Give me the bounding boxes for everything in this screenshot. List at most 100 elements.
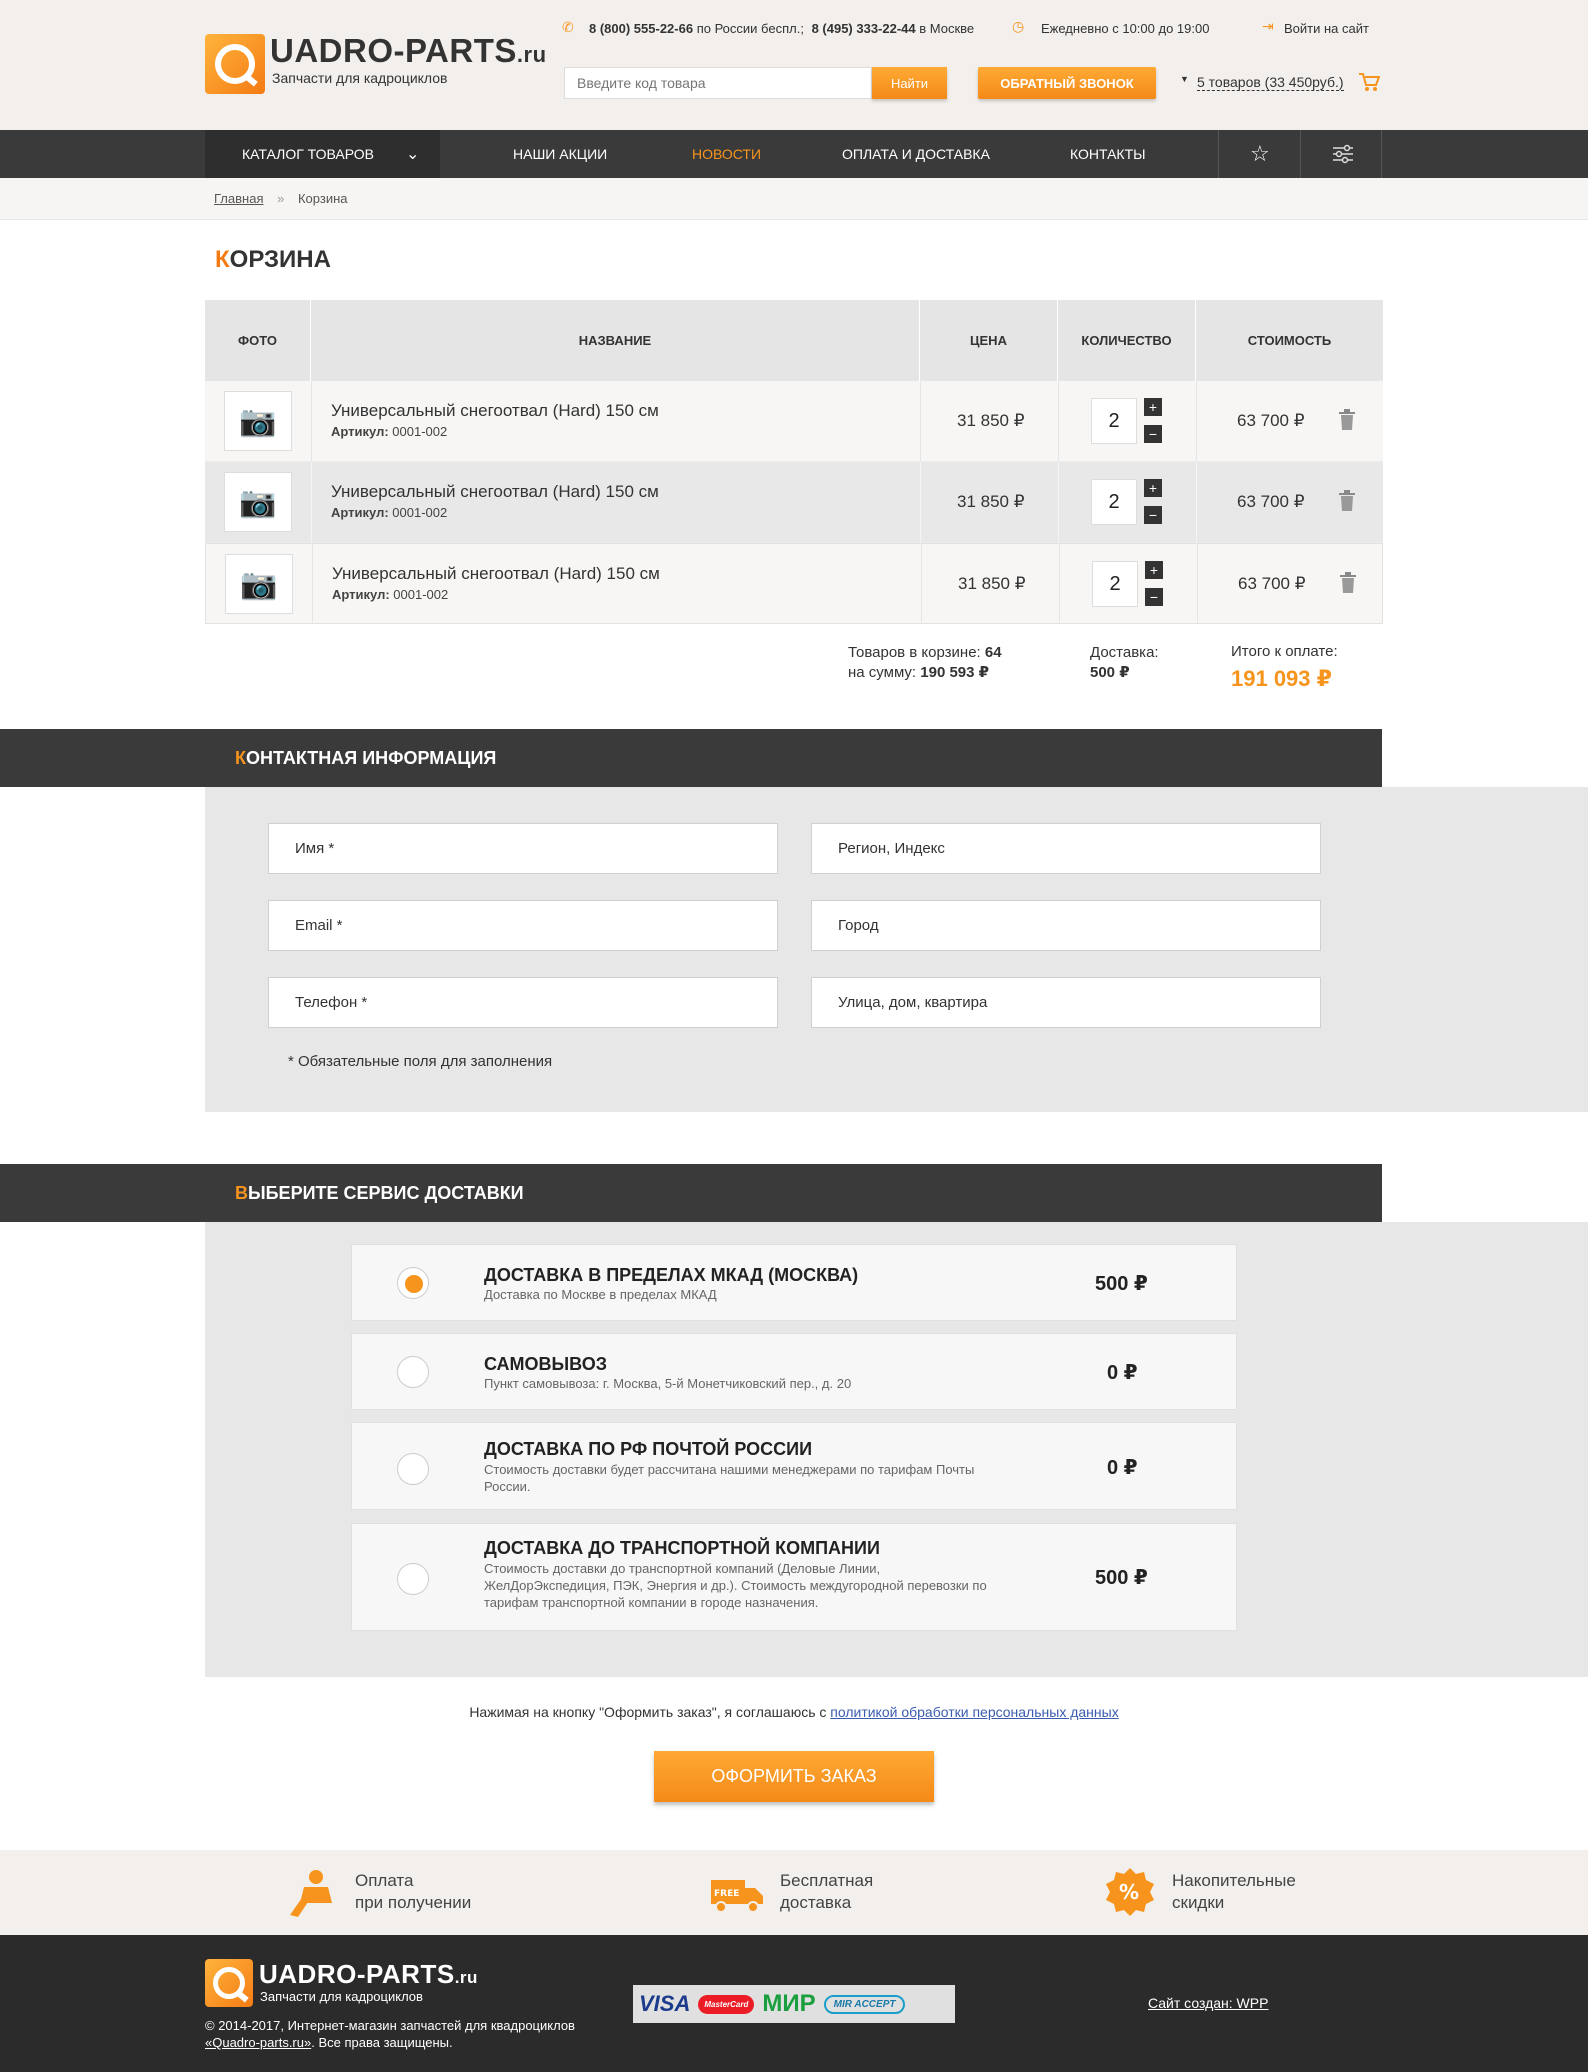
site-header: UADRO-PARTS.ru Запчасти для кадроциклов … — [0, 0, 1588, 130]
nav-item-news[interactable]: НОВОСТИ — [692, 130, 761, 178]
quantity-input[interactable]: 2 — [1092, 561, 1138, 607]
breadcrumb-separator: » — [277, 191, 285, 206]
cart-dropdown-icon[interactable]: ▼ — [1180, 74, 1189, 84]
product-photo[interactable]: 📷 — [225, 554, 293, 614]
privacy-policy-link[interactable]: политикой обработки персональных данных — [830, 1704, 1118, 1720]
breadcrumb: Главная » Корзина — [0, 178, 1588, 220]
main-nav: КАТАЛОГ ТОВАРОВ ⌄ НАШИ АКЦИИ НОВОСТИ ОПЛ… — [0, 130, 1588, 178]
site-link[interactable]: «Quadro-parts.ru» — [205, 2035, 311, 2050]
email-field[interactable]: Email * — [268, 900, 778, 951]
callback-button[interactable]: ОБРАТНЫЙ ЗВОНОК — [978, 67, 1156, 99]
option-title: ДОСТАВКА ПО РФ ПОЧТОЙ РОССИИ — [484, 1439, 813, 1459]
product-photo[interactable]: 📷 — [224, 472, 292, 532]
quantity-input[interactable]: 2 — [1091, 398, 1137, 444]
quantity-minus-button[interactable]: − — [1145, 588, 1163, 606]
contact-form: Имя * Регион, Индекс Email * Город Телеф… — [205, 787, 1588, 1112]
col-name: НАЗВАНИЕ — [311, 300, 920, 381]
quantity-plus-button[interactable]: + — [1144, 479, 1162, 497]
nav-item-contacts[interactable]: КОНТАКТЫ — [1070, 130, 1146, 178]
chevron-down-icon: ⌄ — [405, 146, 420, 163]
breadcrumb-current: Корзина — [297, 191, 348, 206]
cart-row: 📷 Универсальный снегоотвал (Hard) 150 см… — [205, 543, 1383, 624]
filter-settings-icon[interactable] — [1332, 144, 1354, 164]
delivery-option-pickup[interactable]: САМОВЫВОЗ Пункт самовывоза: г. Москва, 5… — [351, 1333, 1237, 1410]
camera-icon: 📷 — [240, 567, 278, 601]
delivery-option-transport-company[interactable]: ДОСТАВКА ДО ТРАНСПОРТНОЙ КОМПАНИИ Стоимо… — [351, 1523, 1237, 1631]
phone-contacts: 8 (800) 555-22-66 по России беспл.; 8 (4… — [589, 21, 974, 36]
trash-icon[interactable] — [1339, 572, 1357, 594]
search-button[interactable]: Найти — [872, 67, 947, 99]
option-title: ДОСТАВКА ДО ТРАНСПОРТНОЙ КОМПАНИИ — [484, 1538, 880, 1558]
option-description: Доставка по Москве в пределах МКАД — [484, 1287, 717, 1302]
product-total: 63 700 ₽ — [1237, 492, 1305, 511]
cart-items-summary: Товаров в корзине: 64 на сумму: 190 593 … — [848, 644, 1002, 681]
contact-section-header: КОНТАКТНАЯ ИНФОРМАЦИЯ — [0, 729, 1382, 787]
trash-icon[interactable] — [1338, 490, 1356, 512]
product-sku: Артикул: 0001-002 — [331, 505, 448, 520]
radio-unselected[interactable] — [397, 1453, 429, 1485]
breadcrumb-home[interactable]: Главная — [214, 191, 263, 206]
benefit-discounts: Накопительные скидки — [1172, 1871, 1296, 1912]
nav-divider — [1300, 130, 1301, 178]
working-hours: Ежедневно с 10:00 до 19:00 — [1041, 21, 1210, 36]
favorites-star-icon[interactable]: ☆ — [1250, 130, 1270, 178]
quantity-minus-button[interactable]: − — [1144, 506, 1162, 524]
phone-1[interactable]: 8 (800) 555-22-66 — [589, 21, 693, 36]
radio-unselected[interactable] — [397, 1356, 429, 1388]
cart-summary-link[interactable]: 5 товаров (33 450руб.) — [1197, 74, 1344, 91]
logo-icon[interactable] — [205, 34, 265, 94]
svg-text:FREE: FREE — [714, 1889, 739, 1899]
delivery-option-mkad[interactable]: ДОСТАВКА В ПРЕДЕЛАХ МКАД (МОСКВА) Достав… — [351, 1244, 1237, 1321]
name-field[interactable]: Имя * — [268, 823, 778, 874]
nav-divider — [1381, 130, 1382, 178]
logo-title[interactable]: UADRO-PARTS.ru — [270, 32, 547, 70]
catalog-menu[interactable]: КАТАЛОГ ТОВАРОВ ⌄ — [205, 130, 440, 178]
clock-icon: ◷ — [1012, 18, 1025, 34]
phone-2-note: в Москве — [919, 21, 975, 36]
developer-credit-link[interactable]: Сайт создан: WPP — [1148, 1995, 1268, 2011]
nav-item-promotions[interactable]: НАШИ АКЦИИ — [513, 130, 607, 178]
option-title: САМОВЫВОЗ — [484, 1354, 607, 1374]
phone-2[interactable]: 8 (495) 333-22-44 — [812, 21, 916, 36]
footer-logo-icon[interactable] — [205, 1959, 253, 2007]
payment-methods: VISA MasterCard МИР MIR ACCEPT — [633, 1985, 955, 2023]
login-link[interactable]: Войти на сайт — [1284, 21, 1369, 36]
option-price: 500 ₽ — [1095, 1273, 1148, 1295]
quantity-plus-button[interactable]: + — [1145, 561, 1163, 579]
agreement-text: Нажимая на кнопку "Оформить заказ", я со… — [469, 1704, 1119, 1720]
trash-icon[interactable] — [1338, 409, 1356, 431]
quantity-plus-button[interactable]: + — [1144, 398, 1162, 416]
place-order-button[interactable]: ОФОРМИТЬ ЗАКАЗ — [654, 1751, 934, 1802]
product-price: 31 850 ₽ — [958, 574, 1026, 593]
radio-selected[interactable] — [397, 1267, 429, 1299]
col-photo: ФОТО — [205, 300, 311, 381]
search-input[interactable] — [564, 67, 872, 99]
address-field[interactable]: Улица, дом, квартира — [811, 977, 1321, 1028]
login-icon[interactable]: ⇥ — [1262, 18, 1274, 35]
cart-row: 📷 Универсальный снегоотвал (Hard) 150 см… — [205, 462, 1383, 543]
option-description: Стоимость доставки до транспортной компа… — [484, 1561, 987, 1610]
required-note: * Обязательные поля для заполнения — [288, 1053, 553, 1070]
product-price: 31 850 ₽ — [957, 492, 1025, 511]
region-field[interactable]: Регион, Индекс — [811, 823, 1321, 874]
option-description: Стоимость доставки будет рассчитана наши… — [484, 1462, 975, 1494]
delivery-option-russian-post[interactable]: ДОСТАВКА ПО РФ ПОЧТОЙ РОССИИ Стоимость д… — [351, 1422, 1237, 1510]
footer-logo-title[interactable]: UADRO-PARTS.ru — [259, 1959, 478, 1990]
benefits-bar: Оплата при получении FREE Бесплатная доста… — [0, 1850, 1588, 1935]
product-name[interactable]: Универсальный снегоотвал (Hard) 150 см — [332, 564, 660, 584]
quantity-input[interactable]: 2 — [1091, 479, 1137, 525]
nav-item-payment-delivery[interactable]: ОПЛАТА И ДОСТАВКА — [842, 130, 990, 178]
product-photo[interactable]: 📷 — [224, 391, 292, 451]
quantity-minus-button[interactable]: − — [1144, 425, 1162, 443]
radio-unselected[interactable] — [397, 1563, 429, 1595]
cart-row: 📷 Универсальный снегоотвал (Hard) 150 см… — [205, 381, 1383, 462]
product-name[interactable]: Универсальный снегоотвал (Hard) 150 см — [331, 482, 659, 502]
option-price: 0 ₽ — [1107, 1362, 1138, 1384]
product-total: 63 700 ₽ — [1238, 574, 1306, 593]
product-name[interactable]: Универсальный снегоотвал (Hard) 150 см — [331, 401, 659, 421]
phone-field[interactable]: Телефон * — [268, 977, 778, 1028]
footer-logo-subtitle: Запчасти для кадроциклов — [260, 1989, 423, 2004]
cart-icon[interactable] — [1358, 72, 1380, 92]
city-field[interactable]: Город — [811, 900, 1321, 951]
phone-1-note: по России беспл.; — [696, 21, 804, 36]
